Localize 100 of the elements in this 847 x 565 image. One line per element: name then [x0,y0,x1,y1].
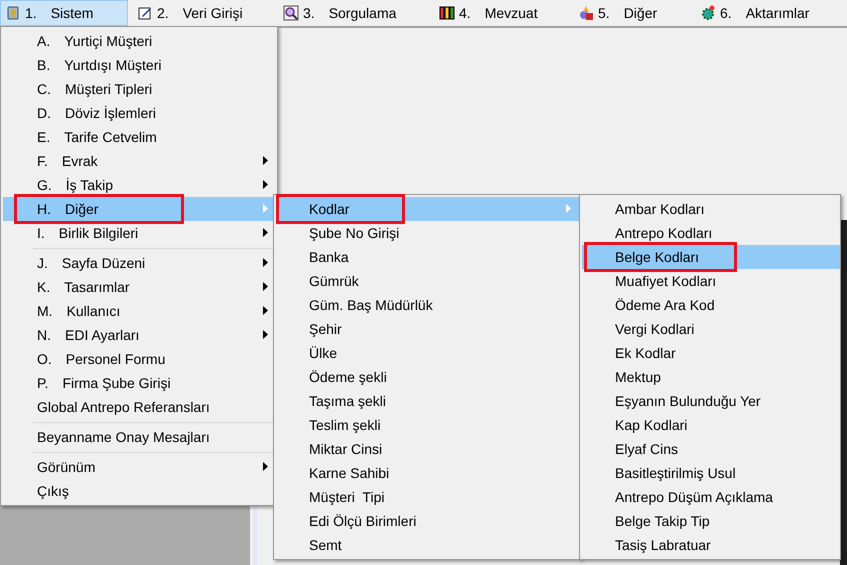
menu-bar-label: Mevzuat [484,4,538,22]
menu-item[interactable]: G. İş Takip [3,173,277,197]
menu-bar-number: 6. [720,4,732,22]
menu-item[interactable]: A. Yurtiçi Müşteri [3,29,277,53]
submenu-arrow-icon [263,306,268,315]
menu-item[interactable]: Müşteri Tipi [276,485,580,509]
computer-icon [5,5,21,21]
menu-item-label: Banka [309,248,349,266]
submenu-arrow-icon [263,462,268,471]
menu-item-label: Antrepo Kodları [615,224,712,243]
menu-bar-item[interactable]: 2. Veri Girişi [132,0,274,26]
menu-item-label: Birlik Bilgileri [58,224,138,243]
menu-item-label: Edi Ölçü Birimleri [309,512,416,531]
submenu-arrow-icon [263,180,268,189]
menu-bar-item[interactable]: 1. Sistem [0,0,128,26]
menu-item-label: Teslim şekli [309,416,381,435]
menu-item-key: M. [37,300,53,322]
menu-item-label: Mektup [615,368,661,387]
menu-item[interactable]: Karne Sahibi [276,461,580,485]
menu-item[interactable]: Güm. Baş Müdürlük [276,293,580,317]
menu-item[interactable]: D. Döviz İşlemleri [3,101,277,125]
menu-item-key: A. [37,30,50,52]
menu-item[interactable]: Şube No Girişi [276,221,580,245]
menu-item[interactable]: Taşıma şekli [276,389,580,413]
notepad-icon [137,5,153,21]
menu-item[interactable]: M. Kullanıcı [3,299,277,323]
menu-item-label: Tasarımlar [64,278,130,296]
menu-bar-number: 4. [459,4,471,22]
menu-item[interactable]: Elyaf Cins [582,437,840,461]
menu-item-label: Antrepo Düşüm Açıklama [615,488,773,507]
menu-item[interactable]: Ambar Kodları [582,197,840,221]
menu-item[interactable]: Basitleştirilmiş Usul [582,461,840,485]
menu-item[interactable]: Eşyanın Bulunduğu Yer [582,389,840,413]
submenu-arrow-icon [263,282,268,291]
menu-item[interactable]: Edi Ölçü Birimleri [276,509,580,533]
menu-bar-item[interactable]: 4. Mevzuat [434,0,569,26]
menu-item[interactable]: Şehir [276,317,580,341]
menu-item[interactable]: Ödeme Ara Kod [582,293,840,317]
menu-item[interactable]: Görünüm [3,455,277,479]
menu-item-label: Eşyanın Bulunduğu Yer [615,392,761,411]
magnifier-icon [283,5,299,21]
menu-item[interactable]: P. Firma Şube Girişi [3,371,277,395]
menu-item-label: Tasiş Labratuar [615,536,711,555]
menu-item-label: Müşteri Tipi [309,488,384,507]
menu-item[interactable]: E. Tarife Cetvelim [3,125,277,149]
menu-item-label: Vergi Kodlari [615,320,694,339]
menu-item[interactable]: Belge Takip Tip [582,509,840,533]
menu-item[interactable]: K. Tasarımlar [3,275,277,299]
menu-item[interactable]: I. Birlik Bilgileri [3,221,277,245]
menu-item-label: İş Takip [66,176,113,195]
menu-item-label: Ülke [309,344,338,362]
menu-item[interactable]: Teslim şekli [276,413,580,437]
menu-item[interactable]: Semt [276,533,580,557]
menu-item[interactable]: Çıkış [3,479,277,503]
menu-item[interactable]: Antrepo Kodları [582,221,840,245]
menu-bar-item[interactable]: 6. Aktarımlar [695,0,835,26]
menu-item[interactable]: Kodlar [276,197,580,221]
menu-bar-item[interactable]: 3. Sorgulama [278,0,430,26]
menu-item[interactable]: Beyanname Onay Mesajları [3,425,277,449]
menu-item-label: Basitleştirilmiş Usul [615,464,736,483]
menu-item[interactable]: Banka [276,245,580,269]
menu-bar-item[interactable]: 5. Diğer [573,0,691,26]
menu-item[interactable]: Antrepo Düşüm Açıklama [582,485,840,509]
menu-item-label: Yurtdışı Müşteri [64,56,162,75]
menu-item-key: B. [37,54,50,76]
submenu-arrow-icon [263,330,268,339]
menu-item[interactable]: O. Personel Formu [3,347,277,371]
menu-item[interactable]: Vergi Kodlari [582,317,840,341]
menu-item[interactable]: Miktar Cinsi [276,437,580,461]
menu-item[interactable]: Ek Kodlar [582,341,840,365]
menu-bar-label: Diğer [624,4,658,23]
menu-item[interactable]: Belge Kodları [582,245,840,269]
menu-item[interactable]: Mektup [582,365,840,389]
menu-item-label: Müşteri Tipleri [65,80,152,99]
menu-item[interactable]: Tasiş Labratuar [582,533,840,557]
submenu-arrow-icon [263,228,268,237]
menu-item[interactable]: J. Sayfa Düzeni [3,251,277,275]
submenu-arrow-icon [566,204,571,213]
menu-item[interactable]: F. Evrak [3,149,277,173]
menu-item[interactable]: N. EDI Ayarları [3,323,277,347]
menu-item-label: Belge Takip Tip [615,512,710,531]
menu-item[interactable]: Global Antrepo Referansları [3,395,277,419]
menu-item[interactable]: Kap Kodlari [582,413,840,437]
menu-item[interactable]: Ülke [276,341,580,365]
menu-item-label: Ödeme Ara Kod [615,296,715,314]
menu-item[interactable]: C. Müşteri Tipleri [3,77,277,101]
menu-item-key: F. [37,150,48,172]
menu-item-label: Şehir [309,320,342,339]
menu-item-key: H. [37,198,51,220]
menu-item[interactable]: Gümrük [276,269,580,293]
menu-item[interactable]: Ödeme şekli [276,365,580,389]
menu-item-key: C. [37,78,51,100]
menu-item-label: Muafiyet Kodları [615,272,716,291]
menu-bar-label: Veri Girişi [182,4,243,23]
menu-item-label: Güm. Baş Müdürlük [309,296,433,315]
menu-item-label: Taşıma şekli [309,392,386,411]
menu-bar-label: Sorgulama [328,4,396,23]
menu-item[interactable]: B. Yurtdışı Müşteri [3,53,277,77]
shapes-icon [578,5,594,21]
menu-item[interactable]: Muafiyet Kodları [582,269,840,293]
